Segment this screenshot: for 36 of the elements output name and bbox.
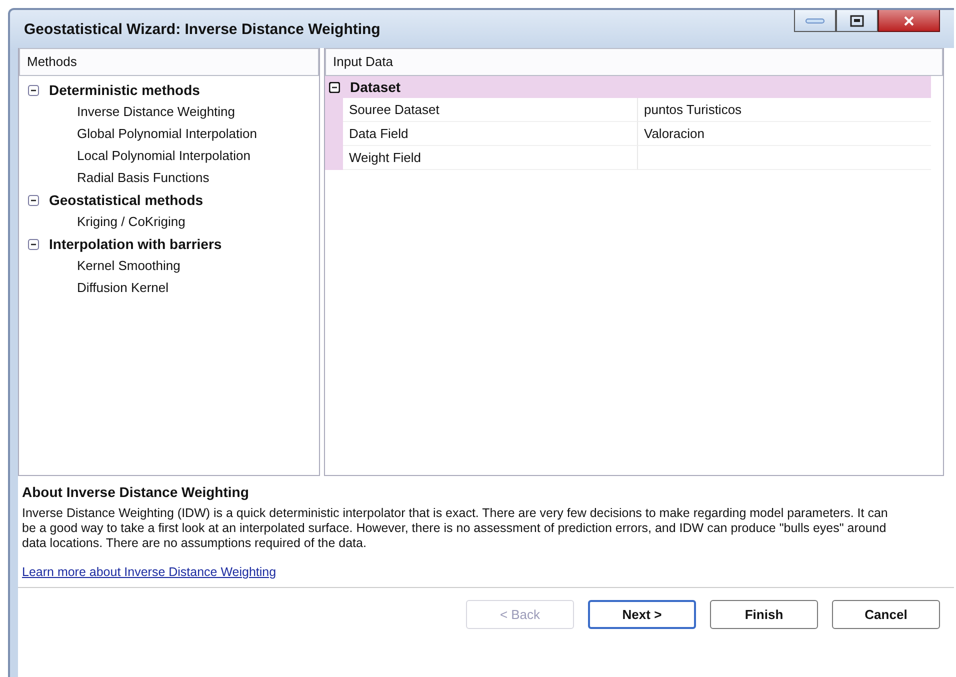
about-title: About Inverse Distance Weighting: [22, 484, 250, 500]
minimize-icon: [805, 16, 825, 24]
tree-group[interactable]: Deterministic methods: [49, 82, 200, 98]
collapse-icon[interactable]: [28, 238, 39, 250]
collapse-icon[interactable]: [28, 194, 39, 206]
minimize-button[interactable]: [794, 10, 836, 32]
wizard-button[interactable]: Cancel: [832, 600, 940, 629]
close-icon: [903, 16, 915, 26]
property-name: Weight Field: [343, 146, 638, 170]
tree-item[interactable]: Local Polynomial Interpolation: [77, 148, 250, 163]
row-gutter: [325, 146, 343, 170]
restore-button[interactable]: [836, 10, 878, 32]
property-name: Souree Dataset: [343, 98, 638, 122]
learn-more-link[interactable]: Learn more about Inverse Distance Weighting: [22, 565, 276, 579]
section-label: Dataset: [350, 79, 401, 95]
tree-item[interactable]: Inverse Distance Weighting: [77, 104, 236, 119]
collapse-icon[interactable]: [28, 84, 39, 96]
tree-item[interactable]: Kernel Smoothing: [77, 258, 180, 273]
wizard-button[interactable]: Next >: [588, 600, 696, 629]
collapse-icon[interactable]: [329, 82, 340, 92]
property-value[interactable]: puntos Turisticos: [638, 98, 931, 122]
tree-item[interactable]: Global Polynomial Interpolation: [77, 126, 257, 141]
property-name: Data Field: [343, 122, 638, 146]
panel-header: Methods: [19, 48, 319, 76]
description-text: Inverse Distance Weighting (IDW) is a quick deterministic interpolator that is exact. There are very few decisions to make regarding model parameters. It can be a good way to take a first look at an interpolated surface. However, there is no assessment of prediction errors, and IDW can produce "bulls eyes" around data locations. There are no assumptions required of the data.: [22, 506, 889, 551]
tree-item[interactable]: Diffusion Kernel: [77, 280, 169, 295]
tree-group[interactable]: Interpolation with barriers: [49, 236, 222, 252]
window-title: Geostatistical Wizard: Inverse Distance Weighting: [24, 20, 380, 38]
property-value[interactable]: Valoracion: [638, 122, 931, 146]
tree-group[interactable]: Geostatistical methods: [49, 192, 204, 208]
wizard-button[interactable]: Finish: [710, 600, 818, 629]
panel-header: Input Data: [325, 48, 943, 76]
tree-item[interactable]: Radial Basis Functions: [77, 170, 210, 185]
tree-item[interactable]: Kriging / CoKriging: [77, 214, 186, 229]
restore-icon: [850, 14, 864, 26]
close-button[interactable]: [878, 10, 940, 32]
